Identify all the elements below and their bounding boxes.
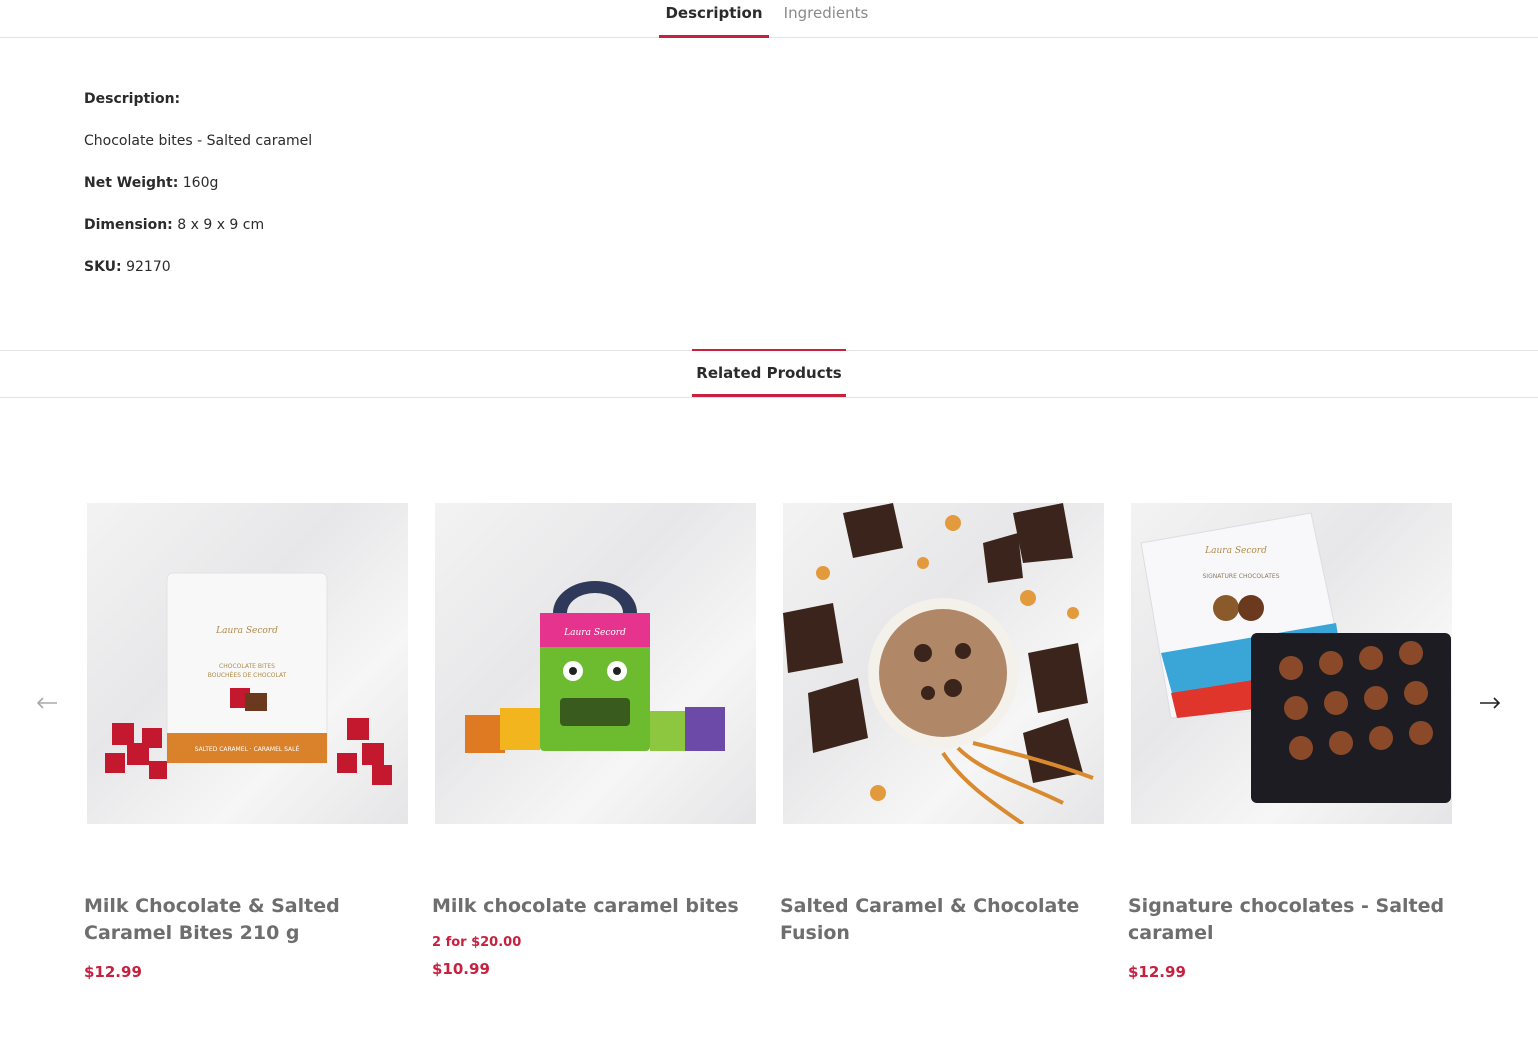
arrow-left-icon bbox=[36, 697, 57, 709]
carousel-prev-button[interactable] bbox=[34, 690, 60, 716]
product-price: $12.99 bbox=[84, 963, 142, 981]
svg-text:Laura Secord: Laura Secord bbox=[1204, 546, 1267, 556]
net-weight-row: Net Weight: 160g bbox=[84, 172, 312, 214]
product-price: $12.99 bbox=[1128, 963, 1186, 981]
sku-label: SKU: bbox=[84, 259, 122, 275]
related-products-title: Related Products bbox=[692, 349, 846, 397]
product-tabs: Description Ingredients bbox=[0, 0, 1538, 38]
description-heading: Description: bbox=[84, 91, 181, 107]
sku-row: SKU: 92170 bbox=[84, 256, 312, 298]
svg-text:Laura Secord: Laura Secord bbox=[215, 626, 278, 636]
product-image[interactable]: Laura Secord bbox=[435, 503, 756, 824]
product-name[interactable]: Signature chocolates - Salted caramel bbox=[1128, 893, 1448, 947]
product-image[interactable]: Laura Secord SIGNATURE CHOCOLATES bbox=[1131, 503, 1452, 824]
product-image[interactable] bbox=[783, 503, 1104, 824]
svg-text:SALTED CARAMEL · CARAMEL SALÉ: SALTED CARAMEL · CARAMEL SALÉ bbox=[195, 745, 300, 753]
tab-description[interactable]: Description bbox=[659, 0, 769, 38]
product-name[interactable]: Milk chocolate caramel bites bbox=[432, 893, 752, 920]
product-image[interactable]: Laura Secord CHOCOLATE BITES BOUCHÉES DE… bbox=[87, 503, 408, 824]
arrow-right-icon bbox=[1480, 697, 1501, 709]
dimension-value: 8 x 9 x 9 cm bbox=[177, 217, 265, 233]
dimension-row: Dimension: 8 x 9 x 9 cm bbox=[84, 214, 312, 256]
description-panel: Description: Chocolate bites - Salted ca… bbox=[84, 88, 312, 298]
description-heading-row: Description: bbox=[84, 88, 312, 130]
svg-text:BOUCHÉES DE CHOCOLAT: BOUCHÉES DE CHOCOLAT bbox=[208, 671, 287, 679]
dimension-label: Dimension: bbox=[84, 217, 173, 233]
carousel-next-button[interactable] bbox=[1477, 690, 1503, 716]
description-text: Chocolate bites - Salted caramel bbox=[84, 133, 313, 149]
product-promo: 2 for $20.00 bbox=[432, 935, 522, 950]
svg-text:SIGNATURE CHOCOLATES: SIGNATURE CHOCOLATES bbox=[1203, 573, 1280, 580]
net-weight-value: 160g bbox=[182, 175, 219, 191]
net-weight-label: Net Weight: bbox=[84, 175, 179, 191]
tab-ingredients[interactable]: Ingredients bbox=[776, 0, 876, 38]
product-price: $10.99 bbox=[432, 960, 490, 978]
svg-text:CHOCOLATE BITES: CHOCOLATE BITES bbox=[219, 663, 275, 670]
related-products-bar: Related Products bbox=[0, 349, 1538, 398]
svg-text:Laura Secord: Laura Secord bbox=[563, 628, 626, 638]
product-name[interactable]: Milk Chocolate & Salted Caramel Bites 21… bbox=[84, 893, 404, 947]
product-name[interactable]: Salted Caramel & Chocolate Fusion bbox=[780, 893, 1100, 947]
sku-value: 92170 bbox=[126, 259, 171, 275]
